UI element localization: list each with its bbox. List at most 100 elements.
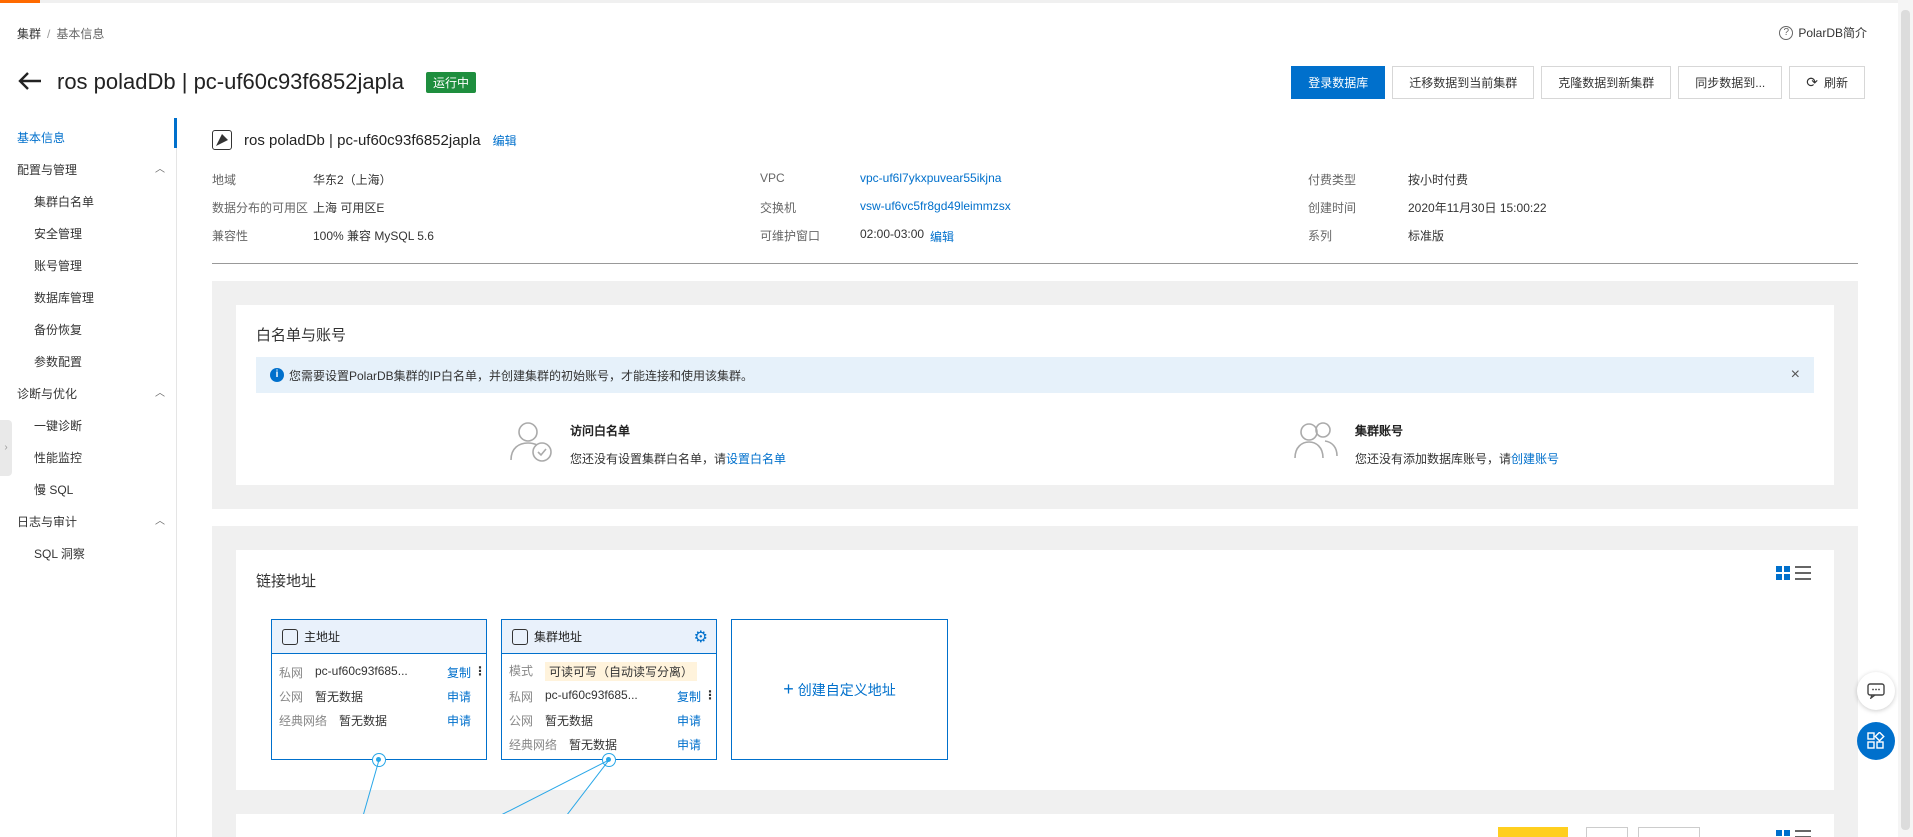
close-icon[interactable]: × [1791, 366, 1800, 384]
sidebar-item-basic-info[interactable]: 基本信息 [17, 129, 65, 146]
chevron-up-icon[interactable]: ︿ [155, 512, 165, 527]
info-icon: i [270, 368, 284, 382]
private-label: 私网 [509, 690, 534, 704]
breadcrumb-current: 基本信息 [56, 27, 105, 41]
chevron-up-icon[interactable]: ︿ [155, 160, 165, 175]
list-view-icon[interactable] [1795, 830, 1811, 837]
more-icon[interactable]: ⋮ [704, 688, 716, 702]
cluster-mode-row: 模式 可读可写（自动读写分离） [509, 662, 709, 681]
grid-view-icon[interactable] [1776, 830, 1790, 837]
sidebar [0, 118, 177, 837]
sidebar-item-accounts[interactable]: 账号管理 [34, 257, 82, 274]
apply-classic-link[interactable]: 申请 [677, 736, 701, 753]
sidebar-item-security[interactable]: 安全管理 [34, 225, 82, 242]
vpc-link[interactable]: vpc-uf6l7ykxpuvear55ikjna [860, 171, 1001, 185]
sidebar-item-one-click-diagnosis[interactable]: 一键诊断 [34, 417, 82, 434]
whitelist-card [236, 305, 1834, 485]
compat-label: 兼容性 [212, 229, 249, 243]
sidebar-item-databases[interactable]: 数据库管理 [34, 289, 94, 306]
clone-data-button[interactable]: 克隆数据到新集群 [1541, 66, 1672, 99]
endpoint-section-title: 链接地址 [256, 573, 317, 590]
sidebar-group-logs[interactable]: 日志与审计 [17, 513, 77, 530]
sidebar-item-slow-sql[interactable]: 慢 SQL [34, 481, 73, 498]
sidebar-item-performance[interactable]: 性能监控 [34, 449, 82, 466]
classic-value: 暂无数据 [569, 738, 618, 752]
cluster-info-header: ros poladDb | pc-uf60c93f6852japla 编辑 [212, 130, 517, 150]
partial-button[interactable] [1586, 827, 1628, 837]
classic-value: 暂无数据 [339, 714, 388, 728]
set-whitelist-link[interactable]: 设置白名单 [726, 452, 786, 466]
created-value: 2020年11月30日 15:00:22 [1408, 201, 1547, 215]
cluster-endpoint-header: 集群地址 ⚙ [502, 620, 716, 654]
create-account-link[interactable]: 创建账号 [1511, 452, 1559, 466]
apply-public-link[interactable]: 申请 [447, 688, 471, 705]
maintenance-edit-link[interactable]: 编辑 [930, 228, 954, 245]
page-title: ros poladDb | pc-uf60c93f6852japla [57, 69, 404, 94]
user-check-icon [508, 418, 552, 462]
primary-classic-row: 经典网络 暂无数据 申请 [279, 712, 479, 730]
help-link-label: PolarDB简介 [1798, 26, 1867, 40]
sidebar-group-config[interactable]: 配置与管理 [17, 161, 77, 178]
info-divider [212, 263, 1858, 264]
gear-icon[interactable]: ⚙ [694, 627, 708, 647]
create-custom-endpoint-button[interactable]: + 创建自定义地址 [731, 619, 948, 760]
toolbar: 登录数据库 迁移数据到当前集群 克隆数据到新集群 同步数据到... ⟳ 刷新 [1291, 66, 1865, 99]
migrate-data-button[interactable]: 迁移数据到当前集群 [1392, 66, 1535, 99]
sidebar-collapse-handle[interactable]: › [0, 420, 12, 476]
primary-endpoint-header: 主地址 [272, 620, 486, 654]
sidebar-group-diagnosis[interactable]: 诊断与优化 [17, 385, 77, 402]
view-toggle [1776, 566, 1811, 580]
refresh-icon: ⟳ [1806, 74, 1818, 90]
vertical-scrollbar[interactable] [1898, 0, 1913, 837]
cluster-endpoint-title: 集群地址 [534, 630, 583, 644]
whitelist-notice: i 您需要设置PolarDB集群的IP白名单，并创建集群的初始账号，才能连接和使… [256, 357, 1814, 393]
more-icon[interactable]: ⋮ [474, 664, 486, 678]
private-address: pc-uf60c93f685... [545, 688, 638, 702]
sidebar-item-backup[interactable]: 备份恢复 [34, 321, 82, 338]
back-arrow-icon[interactable] [17, 68, 43, 96]
public-label: 公网 [279, 690, 304, 704]
primary-endpoint-title: 主地址 [304, 630, 341, 644]
private-label: 私网 [279, 666, 304, 680]
apply-classic-link[interactable]: 申请 [447, 712, 471, 729]
chat-button[interactable] [1857, 672, 1895, 710]
cluster-public-row: 公网 暂无数据 申请 [509, 712, 709, 730]
nodes-view-toggle [1776, 830, 1811, 837]
nodes-toolbar-partial [1498, 827, 1700, 837]
cluster-name: ros poladDb | pc-uf60c93f6852japla [244, 131, 481, 149]
account-title: 集群账号 [1355, 424, 1404, 438]
grid-view-icon[interactable] [1776, 566, 1790, 580]
region-label: 地域 [212, 173, 237, 187]
status-badge: 运行中 [425, 71, 476, 93]
mode-value: 可读可写（自动读写分离） [545, 662, 698, 681]
list-view-icon[interactable] [1795, 566, 1811, 580]
series-label: 系列 [1308, 229, 1333, 243]
public-value: 暂无数据 [545, 714, 594, 728]
public-label: 公网 [509, 714, 534, 728]
vswitch-link[interactable]: vsw-uf6vc5fr8gd49leimmzsx [860, 199, 1011, 213]
sidebar-item-sql-insight[interactable]: SQL 洞察 [34, 545, 85, 562]
sidebar-active-indicator [174, 118, 177, 148]
apps-button[interactable] [1857, 722, 1895, 760]
edit-name-link[interactable]: 编辑 [493, 132, 517, 149]
primary-endpoint-card: 主地址 私网 pc-uf60c93f685... 复制 ⋮ 公网 暂无数据 申请… [271, 619, 487, 760]
sidebar-item-whitelist[interactable]: 集群白名单 [34, 193, 94, 210]
refresh-button[interactable]: ⟳ 刷新 [1789, 66, 1865, 99]
copy-link[interactable]: 复制 [677, 688, 701, 705]
users-icon [1293, 418, 1338, 462]
login-database-button[interactable]: 登录数据库 [1291, 66, 1386, 99]
question-icon: ? [1779, 25, 1794, 40]
breadcrumb-root[interactable]: 集群 [17, 27, 41, 41]
help-link[interactable]: ? PolarDB简介 [1779, 24, 1867, 41]
scrollbar-thumb[interactable] [1901, 10, 1910, 830]
apply-public-link[interactable]: 申请 [677, 712, 701, 729]
sidebar-item-params[interactable]: 参数配置 [34, 353, 82, 370]
chevron-up-icon[interactable]: ︿ [155, 384, 165, 399]
partial-button[interactable] [1638, 827, 1700, 837]
private-address: pc-uf60c93f685... [315, 664, 408, 678]
account-desc-text: 您还没有添加数据库账号，请 [1355, 452, 1512, 466]
copy-link[interactable]: 复制 [447, 664, 471, 681]
sync-data-button[interactable]: 同步数据到... [1678, 66, 1783, 99]
top-progress-line [0, 0, 1913, 3]
cluster-endpoint-card: 集群地址 ⚙ 模式 可读可写（自动读写分离） 私网 pc-uf60c93f685… [501, 619, 717, 760]
